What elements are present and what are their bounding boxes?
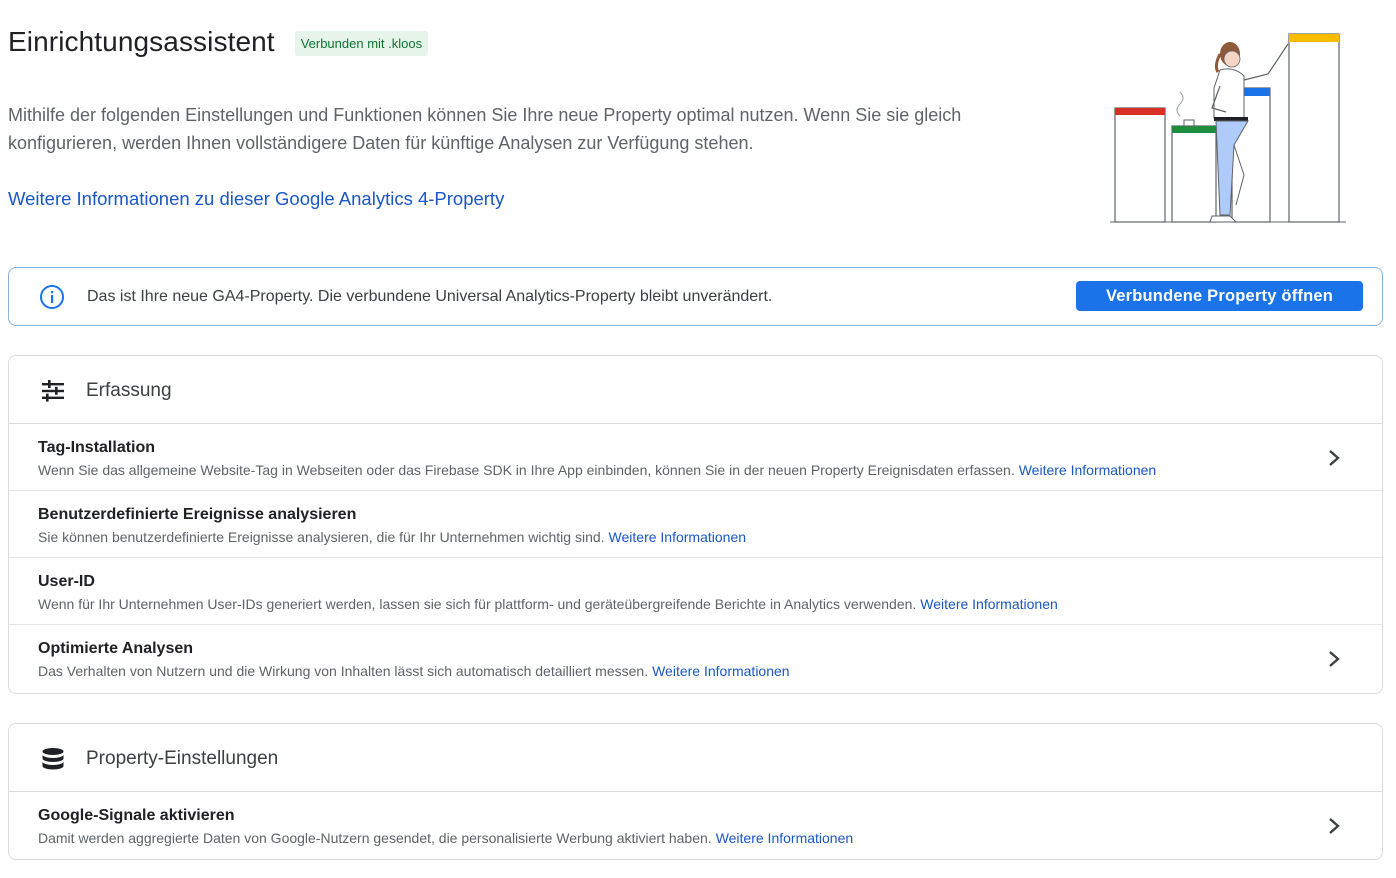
- row-title: User-ID: [38, 573, 95, 590]
- row-title: Benutzerdefinierte Ereignisse analysiere…: [38, 506, 357, 523]
- learn-more-link[interactable]: Weitere Informationen: [652, 663, 789, 679]
- learn-more-link[interactable]: Weitere Informationen: [609, 529, 746, 545]
- row-description: Sie können benutzerdefinierte Ereignisse…: [38, 529, 747, 545]
- learn-more-link[interactable]: Weitere Informationen: [716, 830, 853, 846]
- open-connected-property-button[interactable]: Verbundene Property öffnen: [1076, 281, 1363, 311]
- row-custom-events[interactable]: Benutzerdefinierte Ereignisse analysiere…: [9, 491, 1382, 558]
- row-description: Das Verhalten von Nutzern und die Wirkun…: [38, 663, 790, 679]
- chevron-right-icon[interactable]: [1328, 650, 1340, 668]
- intro-text: Mithilfe der folgenden Einstellungen und…: [8, 105, 962, 153]
- tune-sliders-icon: [42, 380, 64, 402]
- info-banner: Das ist Ihre neue GA4-Property. Die verb…: [8, 267, 1383, 326]
- page-title: Einrichtungsassistent: [8, 26, 275, 57]
- ga4-info-link[interactable]: Weitere Informationen zu dieser Google A…: [8, 188, 504, 210]
- row-tag-installation[interactable]: Tag-Installation Wenn Sie das allgemeine…: [9, 424, 1382, 491]
- erfassung-card-title: Erfassung: [86, 380, 172, 401]
- row-description: Damit werden aggregierte Daten von Googl…: [38, 830, 854, 846]
- property-settings-card: Property-Einstellungen Google-Signale ak…: [8, 723, 1383, 860]
- chevron-right-icon[interactable]: [1328, 817, 1340, 835]
- property-card-header: Property-Einstellungen: [9, 724, 1382, 792]
- row-title: Optimierte Analysen: [38, 640, 194, 657]
- erfassung-card: Erfassung Tag-Installation Wenn Sie das …: [8, 355, 1383, 694]
- analytics-illustration: [1110, 33, 1346, 223]
- erfassung-card-header: Erfassung: [9, 356, 1382, 424]
- row-title: Tag-Installation: [38, 439, 156, 456]
- learn-more-link[interactable]: Weitere Informationen: [1019, 462, 1156, 478]
- info-banner-text: Das ist Ihre neue GA4-Property. Die verb…: [87, 288, 773, 305]
- row-title: Google-Signale aktivieren: [38, 807, 235, 824]
- database-icon: [42, 748, 64, 770]
- page-header: Einrichtungsassistent Verbunden mit .klo…: [8, 26, 429, 58]
- row-google-signals[interactable]: Google-Signale aktivieren Damit werden a…: [9, 792, 1382, 859]
- property-card-title: Property-Einstellungen: [86, 748, 279, 769]
- learn-more-link[interactable]: Weitere Informationen: [920, 596, 1057, 612]
- row-enhanced-measurement[interactable]: Optimierte Analysen Das Verhalten von Nu…: [9, 625, 1382, 692]
- row-description: Wenn Sie das allgemeine Website-Tag in W…: [38, 462, 1157, 478]
- info-circle-icon: [40, 285, 64, 309]
- row-user-id[interactable]: User-ID Wenn für Ihr Unternehmen User-ID…: [9, 558, 1382, 625]
- connection-status-badge: Verbunden mit .kloos: [294, 30, 429, 56]
- chevron-right-icon[interactable]: [1328, 449, 1340, 467]
- row-description: Wenn für Ihr Unternehmen User-IDs generi…: [38, 596, 1058, 612]
